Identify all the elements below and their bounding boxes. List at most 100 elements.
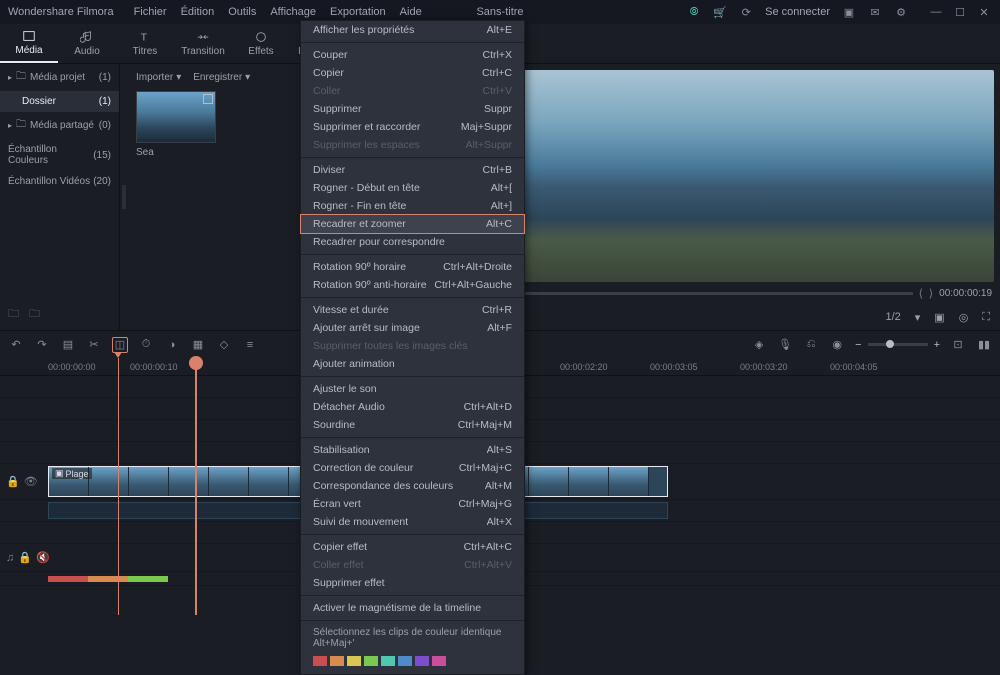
greenscreen-icon[interactable]: ▦	[190, 337, 206, 353]
menu-affichage[interactable]: Affichage	[270, 6, 316, 18]
eye-icon[interactable]: 👁	[24, 475, 38, 488]
ctx-item[interactable]: Écran vertCtrl+Maj+G	[301, 495, 524, 513]
zoom-fit-icon[interactable]: ⊡	[950, 337, 966, 353]
signin-link[interactable]: Se connecter	[765, 6, 830, 18]
zoom-slider[interactable]: − +	[855, 339, 940, 351]
headset-icon[interactable]: ⦾	[687, 5, 701, 19]
delete-folder-icon[interactable]: 🗀	[29, 305, 40, 324]
color-swatch[interactable]	[330, 656, 344, 666]
ctx-item[interactable]: Copier effetCtrl+Alt+C	[301, 538, 524, 556]
color-swatch[interactable]	[415, 656, 429, 666]
menu-aide[interactable]: Aide	[400, 6, 422, 18]
color-swatch[interactable]	[347, 656, 361, 666]
preview-time: 00:00:00:19	[939, 288, 992, 299]
ctx-item[interactable]: Suivi de mouvementAlt+X	[301, 513, 524, 531]
tab-transition[interactable]: Transition	[174, 24, 232, 63]
delete-icon[interactable]: ▤	[60, 337, 76, 353]
ctx-item[interactable]: SupprimerSuppr	[301, 100, 524, 118]
zoom-in-icon[interactable]: +	[934, 339, 940, 351]
ctx-item[interactable]: DiviserCtrl+B	[301, 161, 524, 179]
sidebar-echantillon-videos[interactable]: Échantillon Vidéos(20)	[0, 171, 119, 192]
ctx-item[interactable]: Rotation 90º anti-horaireCtrl+Alt+Gauche	[301, 276, 524, 294]
cut-icon[interactable]: ✂	[86, 337, 102, 353]
crop-icon[interactable]: ◫	[112, 337, 128, 353]
tab-effets[interactable]: Effets	[232, 24, 290, 63]
ctx-item[interactable]: Activer le magnétisme de la timeline	[301, 599, 524, 617]
mail-icon[interactable]: ✉	[868, 5, 882, 19]
timeline-marker[interactable]	[118, 358, 119, 615]
cloud-icon[interactable]: ⟳	[739, 5, 753, 19]
zoom-out-icon[interactable]: −	[855, 339, 861, 351]
prev-marker-icon[interactable]: ⟨	[919, 287, 923, 300]
maximize-button[interactable]: ☐	[952, 4, 968, 20]
ctx-item[interactable]: Rotation 90º horaireCtrl+Alt+Droite	[301, 258, 524, 276]
fullscreen-icon[interactable]: ⛶	[982, 311, 990, 324]
ctx-item[interactable]: Ajouter arrêt sur imageAlt+F	[301, 319, 524, 337]
ctx-item[interactable]: Afficher les propriétésAlt+E	[301, 21, 524, 39]
record-vo-icon[interactable]: 🎙	[777, 337, 793, 353]
ctx-item[interactable]: Recadrer pour correspondre	[301, 233, 524, 251]
chevron-down-icon[interactable]: ▾	[915, 311, 921, 324]
ctx-item[interactable]: SourdineCtrl+Maj+M	[301, 416, 524, 434]
audio-mixer-icon[interactable]: ⎌	[803, 337, 819, 353]
ctx-item[interactable]: Vitesse et duréeCtrl+R	[301, 301, 524, 319]
mark-in-icon[interactable]: ▣	[934, 311, 944, 324]
color-swatch[interactable]	[432, 656, 446, 666]
speed-icon[interactable]: ⏱	[138, 337, 154, 353]
ctx-item[interactable]: Supprimer effet	[301, 574, 524, 592]
ctx-item[interactable]: Supprimer et raccorderMaj+Suppr	[301, 118, 524, 136]
cart-icon[interactable]: 🛒	[713, 5, 727, 19]
import-button[interactable]: Importer ▾	[136, 72, 181, 83]
redo-icon[interactable]: ↷	[34, 337, 50, 353]
color-swatch[interactable]	[398, 656, 412, 666]
new-folder-icon[interactable]: 🗀	[8, 305, 19, 324]
ctx-item[interactable]: Rogner - Fin en têteAlt+]	[301, 197, 524, 215]
ctx-item: Supprimer les espacesAlt+Suppr	[301, 136, 524, 154]
timeline-playhead[interactable]	[195, 358, 197, 615]
record-button[interactable]: Enregistrer ▾	[193, 72, 250, 83]
menu-outils[interactable]: Outils	[228, 6, 256, 18]
tab-titres[interactable]: TTitres	[116, 24, 174, 63]
sidebar-dossier[interactable]: Dossier(1)	[0, 91, 119, 112]
render-icon[interactable]: ◉	[829, 337, 845, 353]
color-swatch[interactable]	[381, 656, 395, 666]
sidebar-divider[interactable]	[120, 64, 128, 330]
tab-audio[interactable]: Audio	[58, 24, 116, 63]
ctx-item[interactable]: CopierCtrl+C	[301, 64, 524, 82]
next-marker-icon[interactable]: ⟩	[929, 287, 933, 300]
ctx-item[interactable]: Rogner - Début en têteAlt+[	[301, 179, 524, 197]
settings-icon[interactable]: ⚙	[894, 5, 908, 19]
ctx-item[interactable]: Ajuster le son	[301, 380, 524, 398]
ctx-item[interactable]: Ajouter animation	[301, 355, 524, 373]
minimize-button[interactable]: —	[928, 4, 944, 20]
keyframe-icon[interactable]: ◇	[216, 337, 232, 353]
svg-text:T: T	[141, 32, 148, 44]
ctx-item[interactable]: CouperCtrl+X	[301, 46, 524, 64]
sidebar-media-projet[interactable]: ▸🗀Média projet(1)	[0, 64, 119, 91]
color-swatch[interactable]	[364, 656, 378, 666]
marker-icon[interactable]: ◈	[751, 337, 767, 353]
close-button[interactable]: ✕	[976, 4, 992, 20]
lock-icon[interactable]: 🔒	[6, 475, 20, 488]
color-icon[interactable]: ◑	[164, 337, 180, 353]
ctx-item[interactable]: Détacher AudioCtrl+Alt+D	[301, 398, 524, 416]
settings-icon[interactable]: ≡	[242, 337, 258, 353]
sidebar-media-partage[interactable]: ▸🗀Média partagé(0)	[0, 112, 119, 139]
color-swatch[interactable]	[313, 656, 327, 666]
snapshot-icon[interactable]: ◎	[959, 311, 969, 324]
ctx-item[interactable]: Correspondance des couleursAlt+M	[301, 477, 524, 495]
lock-icon[interactable]: 🔒	[18, 551, 32, 564]
ctx-item[interactable]: Recadrer et zoomerAlt+C	[300, 214, 525, 234]
ctx-item[interactable]: Correction de couleurCtrl+Maj+C	[301, 459, 524, 477]
menu-edition[interactable]: Édition	[181, 6, 215, 18]
timeline-settings-icon[interactable]: ▮▮	[976, 337, 992, 353]
media-thumbnail-sea[interactable]	[136, 91, 216, 143]
menu-fichier[interactable]: Fichier	[134, 6, 167, 18]
tab-media[interactable]: Média	[0, 24, 58, 63]
sidebar-echantillon-couleurs[interactable]: Échantillon Couleurs(15)	[0, 139, 119, 171]
undo-icon[interactable]: ↶	[8, 337, 24, 353]
menu-exportation[interactable]: Exportation	[330, 6, 386, 18]
notification-icon[interactable]: ▣	[842, 5, 856, 19]
context-menu: Afficher les propriétésAlt+E CouperCtrl+X…	[300, 20, 525, 675]
ctx-item[interactable]: StabilisationAlt+S	[301, 441, 524, 459]
